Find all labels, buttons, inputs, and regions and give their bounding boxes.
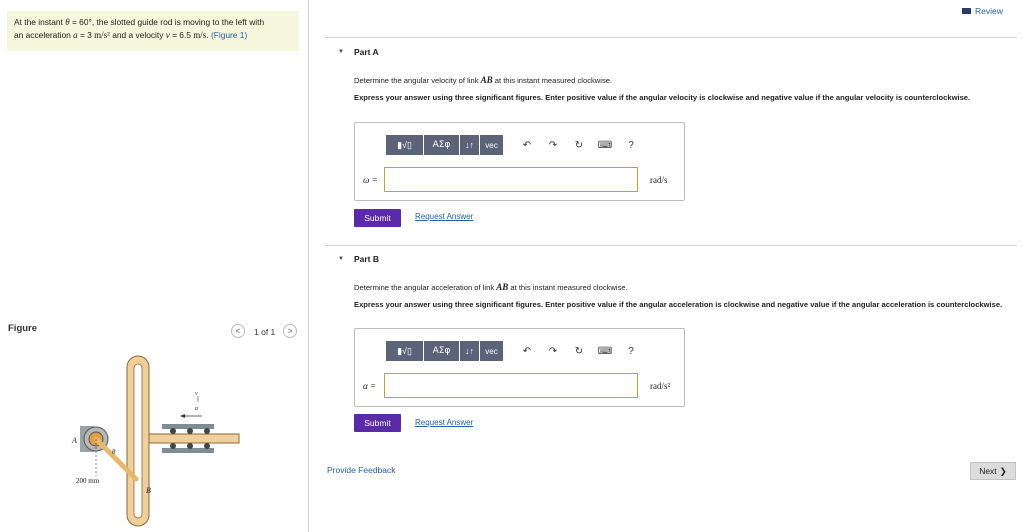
- mechanism-figure: v a A B θ 200 mm: [71, 355, 240, 527]
- part-a-header[interactable]: ▼ Part A: [338, 47, 379, 57]
- dimension-label: 200 mm: [76, 477, 100, 485]
- roller: [187, 443, 193, 449]
- label-point-b: B: [146, 486, 151, 495]
- next-button[interactable]: Next ❯: [970, 462, 1016, 480]
- part-b-instruction: Express your answer using three signific…: [354, 300, 1003, 309]
- part-a-answer-input[interactable]: [384, 167, 638, 192]
- roller: [170, 428, 176, 434]
- separator: [325, 37, 1017, 38]
- redo-icon[interactable]: ↷: [540, 346, 566, 357]
- reset-icon[interactable]: ↻: [566, 140, 592, 151]
- label-a: a: [195, 406, 198, 412]
- part-b-unit: rad/s²: [650, 381, 671, 391]
- figure-next-button[interactable]: >: [283, 324, 297, 338]
- undo-icon[interactable]: ↶: [514, 346, 540, 357]
- problem-line-1: At the instant θ = 60°, the slotted guid…: [14, 17, 265, 27]
- part-a-submit-button[interactable]: Submit: [354, 209, 401, 227]
- greek-button[interactable]: ΑΣφ: [424, 341, 460, 361]
- vector-button[interactable]: vec: [480, 135, 504, 155]
- figure-label: Figure: [8, 323, 38, 334]
- undo-icon[interactable]: ↶: [514, 140, 540, 151]
- guide-slot: [133, 363, 143, 519]
- part-b-answer-box: ▮√▯ ΑΣφ ↓↑ vec ↶ ↷ ↻ ⌨ ? α = rad/s²: [354, 328, 685, 407]
- subscript-button[interactable]: ↓↑: [460, 135, 480, 155]
- figure-link[interactable]: (Figure 1): [211, 30, 247, 40]
- roller: [204, 428, 210, 434]
- label-v: v: [195, 391, 198, 397]
- collapse-icon: ▼: [338, 49, 344, 55]
- omega-label: ω =: [363, 175, 378, 185]
- greek-button[interactable]: ΑΣφ: [424, 135, 460, 155]
- acceleration-arrow-head: [180, 414, 185, 418]
- help-icon[interactable]: ?: [618, 346, 644, 357]
- templates-button[interactable]: ▮√▯: [386, 341, 424, 361]
- redo-icon[interactable]: ↷: [540, 140, 566, 151]
- review-link[interactable]: Review: [962, 6, 1003, 16]
- label-point-a: A: [71, 436, 77, 445]
- math-toolbar: ▮√▯ ΑΣφ ↓↑ vec ↶ ↷ ↻ ⌨ ?: [386, 135, 644, 155]
- part-a-instruction: Express your answer using three signific…: [354, 93, 971, 102]
- part-b-submit-button[interactable]: Submit: [354, 414, 401, 432]
- separator: [325, 245, 1017, 246]
- part-b-header[interactable]: ▼ Part B: [338, 254, 379, 264]
- keyboard-icon[interactable]: ⌨: [592, 346, 618, 357]
- roller: [187, 428, 193, 434]
- part-b-request-answer-link[interactable]: Request Answer: [415, 418, 473, 427]
- alpha-label: α =: [363, 381, 377, 391]
- part-a-answer-box: ▮√▯ ΑΣφ ↓↑ vec ↶ ↷ ↻ ⌨ ? ω = rad/s: [354, 122, 685, 201]
- help-icon[interactable]: ?: [618, 140, 644, 151]
- templates-button[interactable]: ▮√▯: [386, 135, 424, 155]
- problem-line-2: an acceleration a = 3 m/s² and a velocit…: [14, 29, 248, 40]
- horizontal-rod: [148, 433, 240, 444]
- problem-statement: At the instant θ = 60°, the slotted guid…: [7, 11, 299, 51]
- part-b-answer-input[interactable]: [384, 373, 638, 398]
- provide-feedback-link[interactable]: Provide Feedback: [327, 465, 396, 475]
- vector-button[interactable]: vec: [480, 341, 504, 361]
- math-toolbar: ▮√▯ ΑΣφ ↓↑ vec ↶ ↷ ↻ ⌨ ?: [386, 341, 644, 361]
- figure-prev-button[interactable]: <: [231, 324, 245, 338]
- figure-pager-text: 1 of 1: [254, 327, 276, 337]
- part-a-question: Determine the angular velocity of link A…: [354, 75, 613, 85]
- roller: [204, 443, 210, 449]
- keyboard-icon[interactable]: ⌨: [592, 140, 618, 151]
- roller: [170, 443, 176, 449]
- problem-pane: At the instant θ = 60°, the slotted guid…: [0, 0, 309, 532]
- part-b-question: Determine the angular acceleration of li…: [354, 282, 628, 292]
- collapse-icon: ▼: [338, 256, 344, 262]
- chevron-right-icon: ❯: [999, 465, 1007, 476]
- review-icon: [962, 8, 971, 14]
- label-theta: θ: [112, 448, 116, 456]
- part-a-request-answer-link[interactable]: Request Answer: [415, 212, 473, 221]
- subscript-button[interactable]: ↓↑: [460, 341, 480, 361]
- reset-icon[interactable]: ↻: [566, 346, 592, 357]
- part-a-unit: rad/s: [650, 175, 668, 185]
